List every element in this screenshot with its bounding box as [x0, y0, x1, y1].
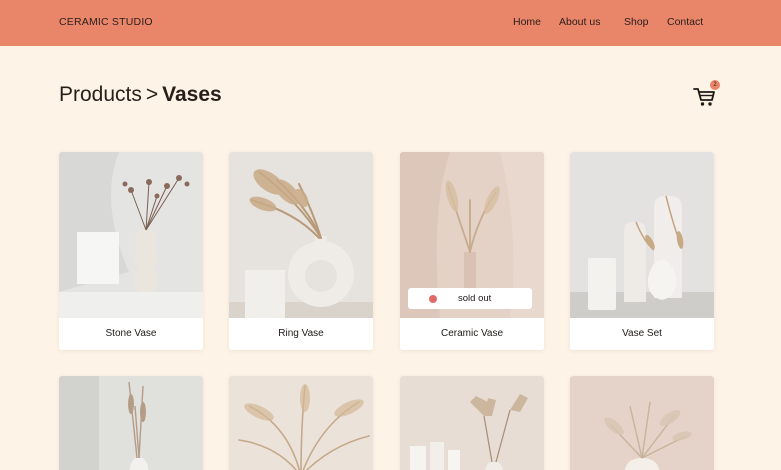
main-nav: Home About us Shop Contact: [0, 16, 781, 30]
nav-home-link[interactable]: Home: [513, 16, 541, 28]
product-card-row2-2[interactable]: [229, 376, 373, 470]
nav-about-link[interactable]: About us: [559, 16, 600, 28]
sold-out-dot-icon: [429, 295, 437, 303]
product-name[interactable]: Stone Vase: [59, 318, 203, 350]
product-card-stone-vase[interactable]: Stone Vase: [59, 152, 203, 350]
nav-contact-link[interactable]: Contact: [667, 16, 703, 28]
breadcrumb-parent[interactable]: Products: [59, 83, 142, 106]
breadcrumb-separator: >: [145, 83, 159, 106]
product-image-vase-set: [570, 152, 714, 318]
product-image-row2-3: [400, 376, 544, 470]
product-image-row2-1: [59, 376, 203, 470]
product-card-row2-3[interactable]: [400, 376, 544, 470]
product-name[interactable]: Ceramic Vase: [400, 318, 544, 350]
product-card-row2-4[interactable]: [570, 376, 714, 470]
product-image-stone-vase: [59, 152, 203, 318]
product-card-row2-1[interactable]: [59, 376, 203, 470]
product-name[interactable]: Ring Vase: [229, 318, 373, 350]
cart-count-badge: 2: [710, 80, 720, 90]
product-card-ring-vase[interactable]: Ring Vase: [229, 152, 373, 350]
nav-shop-link[interactable]: Shop: [624, 16, 649, 28]
product-image-ring-vase: [229, 152, 373, 318]
product-name[interactable]: Vase Set: [570, 318, 714, 350]
top-navigation-bar: CERAMIC STUDIO Home About us Shop Contac…: [0, 0, 781, 46]
product-image-row2-4: [570, 376, 714, 470]
sold-out-label: sold out: [458, 293, 492, 304]
product-image-row2-2: [229, 376, 373, 470]
product-card-ceramic-vase[interactable]: sold out Ceramic Vase: [400, 152, 544, 350]
page-title-breadcrumb: Products > Vases: [59, 83, 222, 107]
product-card-vase-set[interactable]: Vase Set: [570, 152, 714, 350]
sold-out-badge: sold out: [408, 288, 532, 309]
breadcrumb-current: Vases: [162, 83, 222, 106]
